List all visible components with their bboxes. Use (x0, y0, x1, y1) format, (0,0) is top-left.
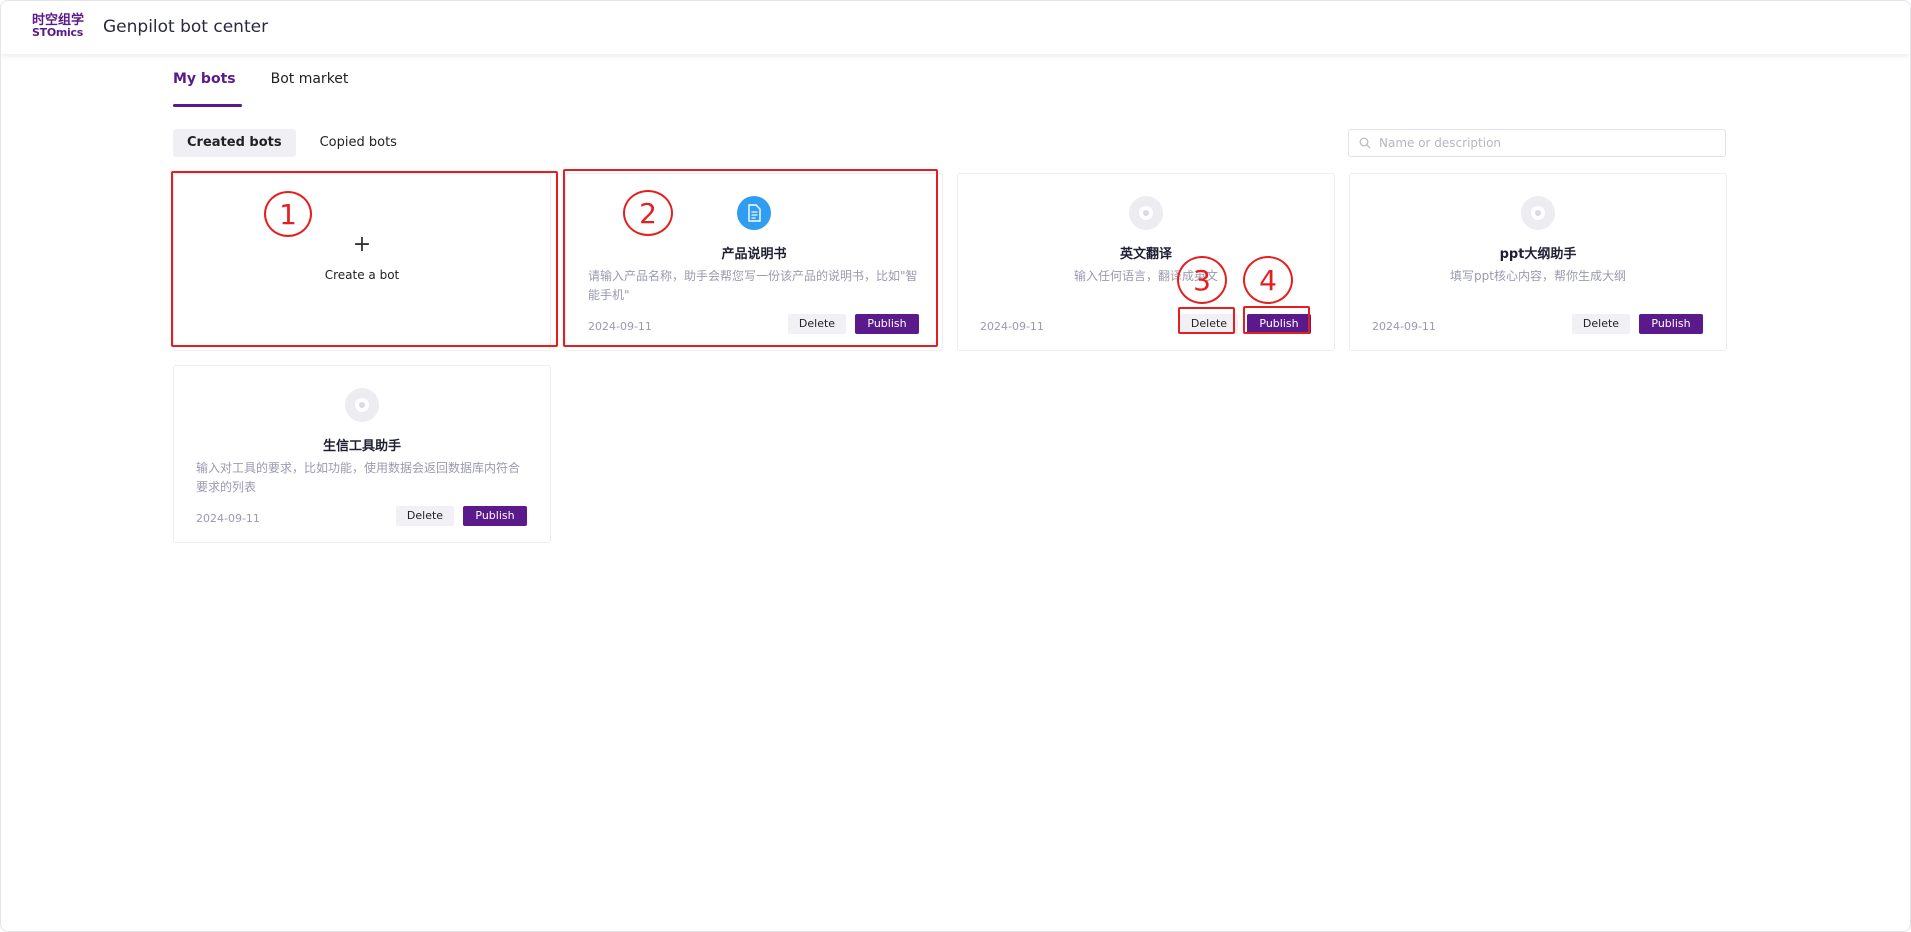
bot-description: 输入对工具的要求，比如功能，使用数据会返回数据库内符合要求的列表 (196, 461, 521, 494)
app-window: 时空组学 STOmics Genpilot bot center My bots… (0, 0, 1911, 932)
bot-card[interactable]: 英文翻译 输入任何语言，翻译成英文 2024-09-11 Delete Publ… (957, 173, 1335, 351)
bot-card[interactable]: 生信工具助手 输入对工具的要求，比如功能，使用数据会返回数据库内符合要求的列表 … (173, 365, 551, 543)
delete-button[interactable]: Delete (788, 314, 846, 334)
bot-description: 填写ppt核心内容，帮你生成大纲 (1450, 269, 1626, 283)
bot-default-icon (1129, 196, 1163, 230)
tab-copied-bots[interactable]: Copied bots (306, 129, 411, 157)
plus-icon: + (352, 232, 372, 257)
bot-name: 生信工具助手 (322, 439, 401, 454)
search-box (1348, 129, 1726, 157)
tab-created-bots[interactable]: Created bots (173, 129, 296, 157)
bot-default-icon (345, 388, 379, 422)
publish-button[interactable]: Publish (1247, 314, 1311, 334)
bot-description: 输入任何语言，翻译成英文 (1073, 269, 1218, 283)
publish-button[interactable]: Publish (1639, 314, 1703, 334)
bot-date: 2024-09-11 (1372, 320, 1436, 333)
search-icon (1359, 137, 1371, 149)
bot-description: 请输入产品名称，助手会帮您写一份该产品的说明书，比如"智能手机" (588, 269, 918, 302)
tab-my-bots[interactable]: My bots (173, 63, 242, 107)
bot-card[interactable]: 产品说明书 请输入产品名称，助手会帮您写一份该产品的说明书，比如"智能手机" 2… (565, 173, 943, 351)
bot-name: ppt大纲助手 (1499, 247, 1577, 262)
bot-card[interactable]: ppt大纲助手 填写ppt核心内容，帮你生成大纲 2024-09-11 Dele… (1349, 173, 1727, 351)
bot-date: 2024-09-11 (980, 320, 1044, 333)
stomics-logo[interactable]: 时空组学 STOmics (32, 14, 88, 41)
logo-text-en: STOmics (32, 26, 83, 39)
create-bot-label: Create a bot (324, 268, 400, 282)
search-input[interactable] (1379, 136, 1709, 150)
main-tabs: My bots Bot market (173, 63, 383, 107)
delete-button[interactable]: Delete (396, 506, 454, 526)
delete-button[interactable]: Delete (1572, 314, 1630, 334)
create-bot-card[interactable]: + Create a bot (173, 173, 551, 351)
bot-name: 英文翻译 (1119, 247, 1172, 262)
sub-tabs: Created bots Copied bots (173, 129, 421, 157)
top-header: 时空组学 STOmics Genpilot bot center (1, 1, 1910, 54)
tab-bot-market[interactable]: Bot market (271, 63, 349, 107)
bot-name: 产品说明书 (721, 247, 787, 262)
document-icon (737, 196, 771, 230)
bot-default-icon (1521, 196, 1555, 230)
app-title: Genpilot bot center (103, 17, 269, 37)
publish-button[interactable]: Publish (855, 314, 919, 334)
bot-date: 2024-09-11 (588, 320, 652, 333)
publish-button[interactable]: Publish (463, 506, 527, 526)
bot-date: 2024-09-11 (196, 512, 260, 525)
delete-button[interactable]: Delete (1180, 314, 1238, 334)
